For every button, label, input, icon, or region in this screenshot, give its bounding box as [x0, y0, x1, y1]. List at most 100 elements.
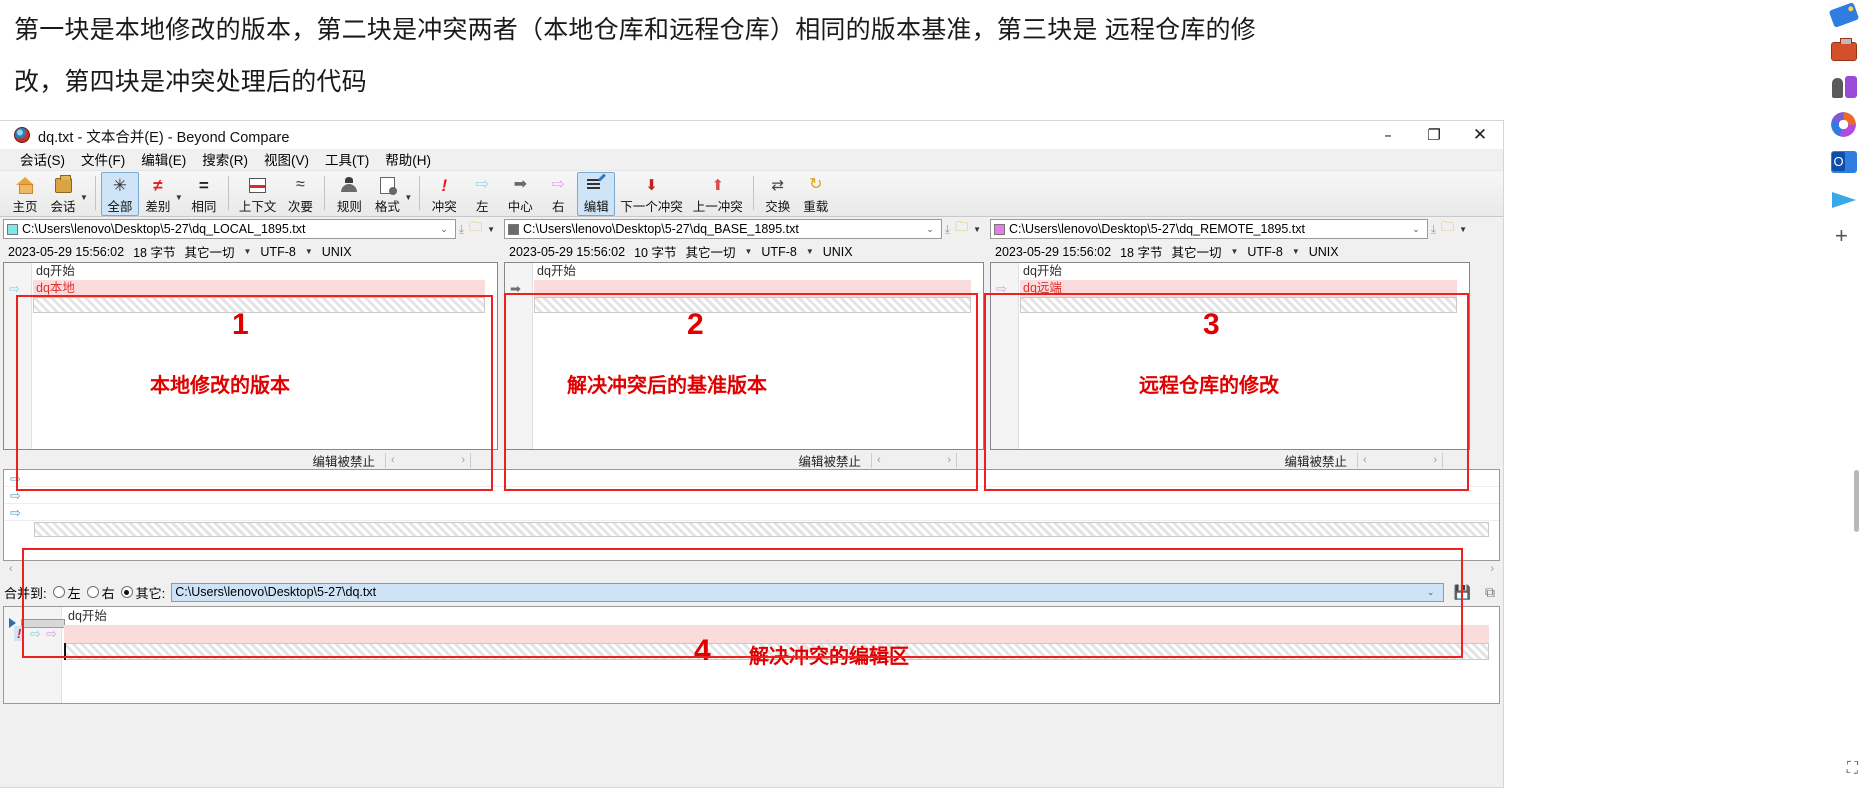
microsoft-365-icon[interactable] [1830, 110, 1858, 138]
chevron-down-icon-folder-base[interactable]: ▼ [970, 225, 984, 234]
save-icon[interactable]: 💾 [1450, 584, 1475, 601]
path-input-base[interactable]: C:\Users\lenovo\Desktop\5-27\dq_BASE_189… [504, 219, 942, 239]
close-button[interactable]: ✕ [1457, 121, 1503, 149]
chevron-down-icon-merge-path[interactable]: ⌄ [1422, 587, 1440, 598]
toolbar-button-home[interactable]: 主页 [6, 172, 44, 216]
arrow-right-outline-icon-output[interactable]: ⇨ [46, 626, 57, 642]
radio-icon-right[interactable] [86, 586, 99, 598]
chevron-down-icon-encoding-base[interactable]: ▼ [806, 247, 814, 256]
page-scrollbar-thumb[interactable] [1854, 470, 1859, 532]
toolbar-button-conflict[interactable]: ! 冲突 [425, 172, 463, 216]
conflict-strip-row[interactable]: ⇨ [4, 504, 1499, 521]
chevron-down-icon-encoding-local[interactable]: ▼ [305, 247, 313, 256]
toolbar-button-next-conflict[interactable]: ⬇ 下一个冲突 [615, 172, 688, 216]
rules-local[interactable]: 其它一切 [184, 242, 234, 261]
line-marker-arrow-local[interactable]: ⇨ [9, 281, 20, 297]
arrow-left-outline-icon-output[interactable]: ⇨ [30, 626, 41, 642]
screenshot-icon[interactable]: ⛶ [1847, 760, 1858, 778]
folder-icon-local[interactable]: 🗀 [467, 218, 484, 240]
arrow-right-outline-icon-1[interactable]: ⇨ [10, 471, 21, 487]
outlook-icon[interactable] [1830, 148, 1858, 176]
folder-icon-base[interactable]: 🗀 [953, 218, 970, 240]
text-line-remote-1: dq远端 [1020, 280, 1457, 297]
chevron-down-icon-folder-remote[interactable]: ▼ [1456, 225, 1470, 234]
chevron-down-icon-folder-local[interactable]: ▼ [484, 225, 498, 234]
chevron-down-icon-local[interactable]: ⌄ [435, 224, 453, 235]
path-input-remote[interactable]: C:\Users\lenovo\Desktop\5-27\dq_REMOTE_1… [990, 219, 1428, 239]
toolbar-button-edit[interactable]: 编辑 [577, 172, 616, 216]
chevron-down-icon-rules-local[interactable]: ▼ [243, 247, 251, 256]
conflict-strip-row[interactable]: ⇨ [4, 487, 1499, 504]
chevron-down-icon-base[interactable]: ⌄ [921, 224, 939, 235]
toolbar-button-differences[interactable]: ≠ 差别 [139, 172, 177, 216]
rules-remote[interactable]: 其它一切 [1171, 242, 1221, 261]
merge-option-right[interactable]: 右 [86, 583, 115, 602]
merge-option-other[interactable]: 其它: [120, 583, 165, 602]
conflict-exclamation-icon[interactable]: ! [14, 626, 25, 641]
conflict-strip-row[interactable]: ⇨ [4, 470, 1499, 487]
line-marker-arrow-base[interactable]: ➡ [510, 281, 521, 297]
toolbar-button-swap[interactable]: ⇄ 交换 [759, 172, 797, 216]
menu-item-file[interactable]: 文件(F) [73, 147, 133, 172]
menu-item-tools[interactable]: 工具(T) [317, 147, 377, 172]
tag-icon[interactable] [1828, 2, 1860, 30]
toolbar-button-reload[interactable]: ↻ 重载 [797, 172, 835, 216]
toolbar-label-rules: 规则 [336, 200, 362, 214]
chevron-down-icon-rules-base[interactable]: ▼ [744, 247, 752, 256]
radio-icon-left[interactable] [52, 586, 65, 598]
add-icon[interactable]: + [1830, 222, 1858, 250]
chevron-down-icon-remote[interactable]: ⌄ [1407, 224, 1425, 235]
menu-item-session[interactable]: 会话(S) [12, 147, 73, 172]
line-marker-arrow-remote[interactable]: ⇨ [996, 281, 1007, 297]
text-area-local[interactable]: ⇨ dq开始 dq本地 1 本地修改的版本 [3, 262, 498, 450]
encoding-local[interactable]: UTF-8 [260, 245, 295, 259]
merge-output-pane[interactable]: ! ⇨ ⇨ dq开始 4 解决冲突的编辑区 [3, 606, 1500, 704]
arrow-right-outline-icon-2[interactable]: ⇨ [10, 488, 21, 504]
text-area-base[interactable]: ➡ dq开始 2 解决冲突后的基准版本 [504, 262, 984, 450]
horizontal-scrollbar-base[interactable]: ‹ › [871, 452, 956, 468]
toolbar-button-session[interactable]: 会话 [44, 172, 82, 216]
toolbar-button-left[interactable]: ⇨ 左 [463, 172, 501, 216]
menu-item-help[interactable]: 帮助(H) [377, 147, 439, 172]
download-icon-remote[interactable]: ⤓ [1428, 222, 1439, 237]
conflict-strip[interactable]: ⇨ ⇨ ⇨ [3, 469, 1500, 561]
conflict-strip-scrollbar[interactable]: ‹ › [3, 561, 1500, 577]
download-icon-base[interactable]: ⤓ [942, 222, 953, 237]
toolbar-button-same[interactable]: = 相同 [185, 172, 223, 216]
article-text: 第一块是本地修改的版本，第二块是冲突两者（本地仓库和远程仓库）相同的版本基准，第… [14, 4, 1514, 108]
toolbar-button-center[interactable]: ➡ 中心 [501, 172, 539, 216]
toolbar-button-right[interactable]: ⇨ 右 [539, 172, 577, 216]
encoding-base[interactable]: UTF-8 [761, 245, 796, 259]
briefcase-icon[interactable] [1830, 36, 1858, 64]
horizontal-scrollbar-local[interactable]: ‹ › [385, 452, 470, 468]
download-icon-local[interactable]: ⤓ [456, 222, 467, 237]
toolbar-button-rules[interactable]: 规则 [330, 172, 368, 216]
minimize-button[interactable]: – [1365, 121, 1411, 149]
rules-base[interactable]: 其它一切 [685, 242, 735, 261]
radio-icon-other[interactable] [120, 586, 133, 598]
toolbar-button-format[interactable]: 格式 [368, 172, 406, 216]
arrow-right-outline-icon-3[interactable]: ⇨ [10, 505, 21, 521]
toolbar-separator [752, 176, 754, 210]
merge-option-left[interactable]: 左 [52, 583, 81, 602]
menu-item-view[interactable]: 视图(V) [256, 147, 317, 172]
encoding-remote[interactable]: UTF-8 [1247, 245, 1282, 259]
menu-item-search[interactable]: 搜索(R) [194, 147, 256, 172]
path-input-local[interactable]: C:\Users\lenovo\Desktop\5-27\dq_LOCAL_18… [3, 219, 456, 239]
menu-item-edit[interactable]: 编辑(E) [133, 147, 194, 172]
toolbar-button-context[interactable]: 上下文 [234, 172, 282, 216]
folder-icon-remote[interactable]: 🗀 [1439, 218, 1456, 240]
copy-icon[interactable]: ⧉ [1481, 584, 1499, 601]
chess-icon[interactable] [1830, 72, 1858, 100]
toolbar-button-previous-conflict[interactable]: ⬆ 上一冲突 [688, 172, 748, 216]
merge-path-input[interactable]: C:\Users\lenovo\Desktop\5-27\dq.txt ⌄ [171, 582, 1444, 602]
toolbar-label-center: 中心 [507, 200, 533, 214]
horizontal-scrollbar-remote[interactable]: ‹ › [1357, 452, 1442, 468]
chevron-down-icon-encoding-remote[interactable]: ▼ [1292, 247, 1300, 256]
toolbar-button-minor[interactable]: ≈ 次要 [281, 172, 319, 216]
maximize-button[interactable]: ❐ [1411, 121, 1457, 149]
text-area-remote[interactable]: ⇨ dq开始 dq远端 3 远程仓库的修改 [990, 262, 1470, 450]
telegram-icon[interactable] [1830, 186, 1858, 214]
chevron-down-icon-rules-remote[interactable]: ▼ [1230, 247, 1238, 256]
toolbar-button-all[interactable]: ✳ 全部 [100, 172, 139, 216]
